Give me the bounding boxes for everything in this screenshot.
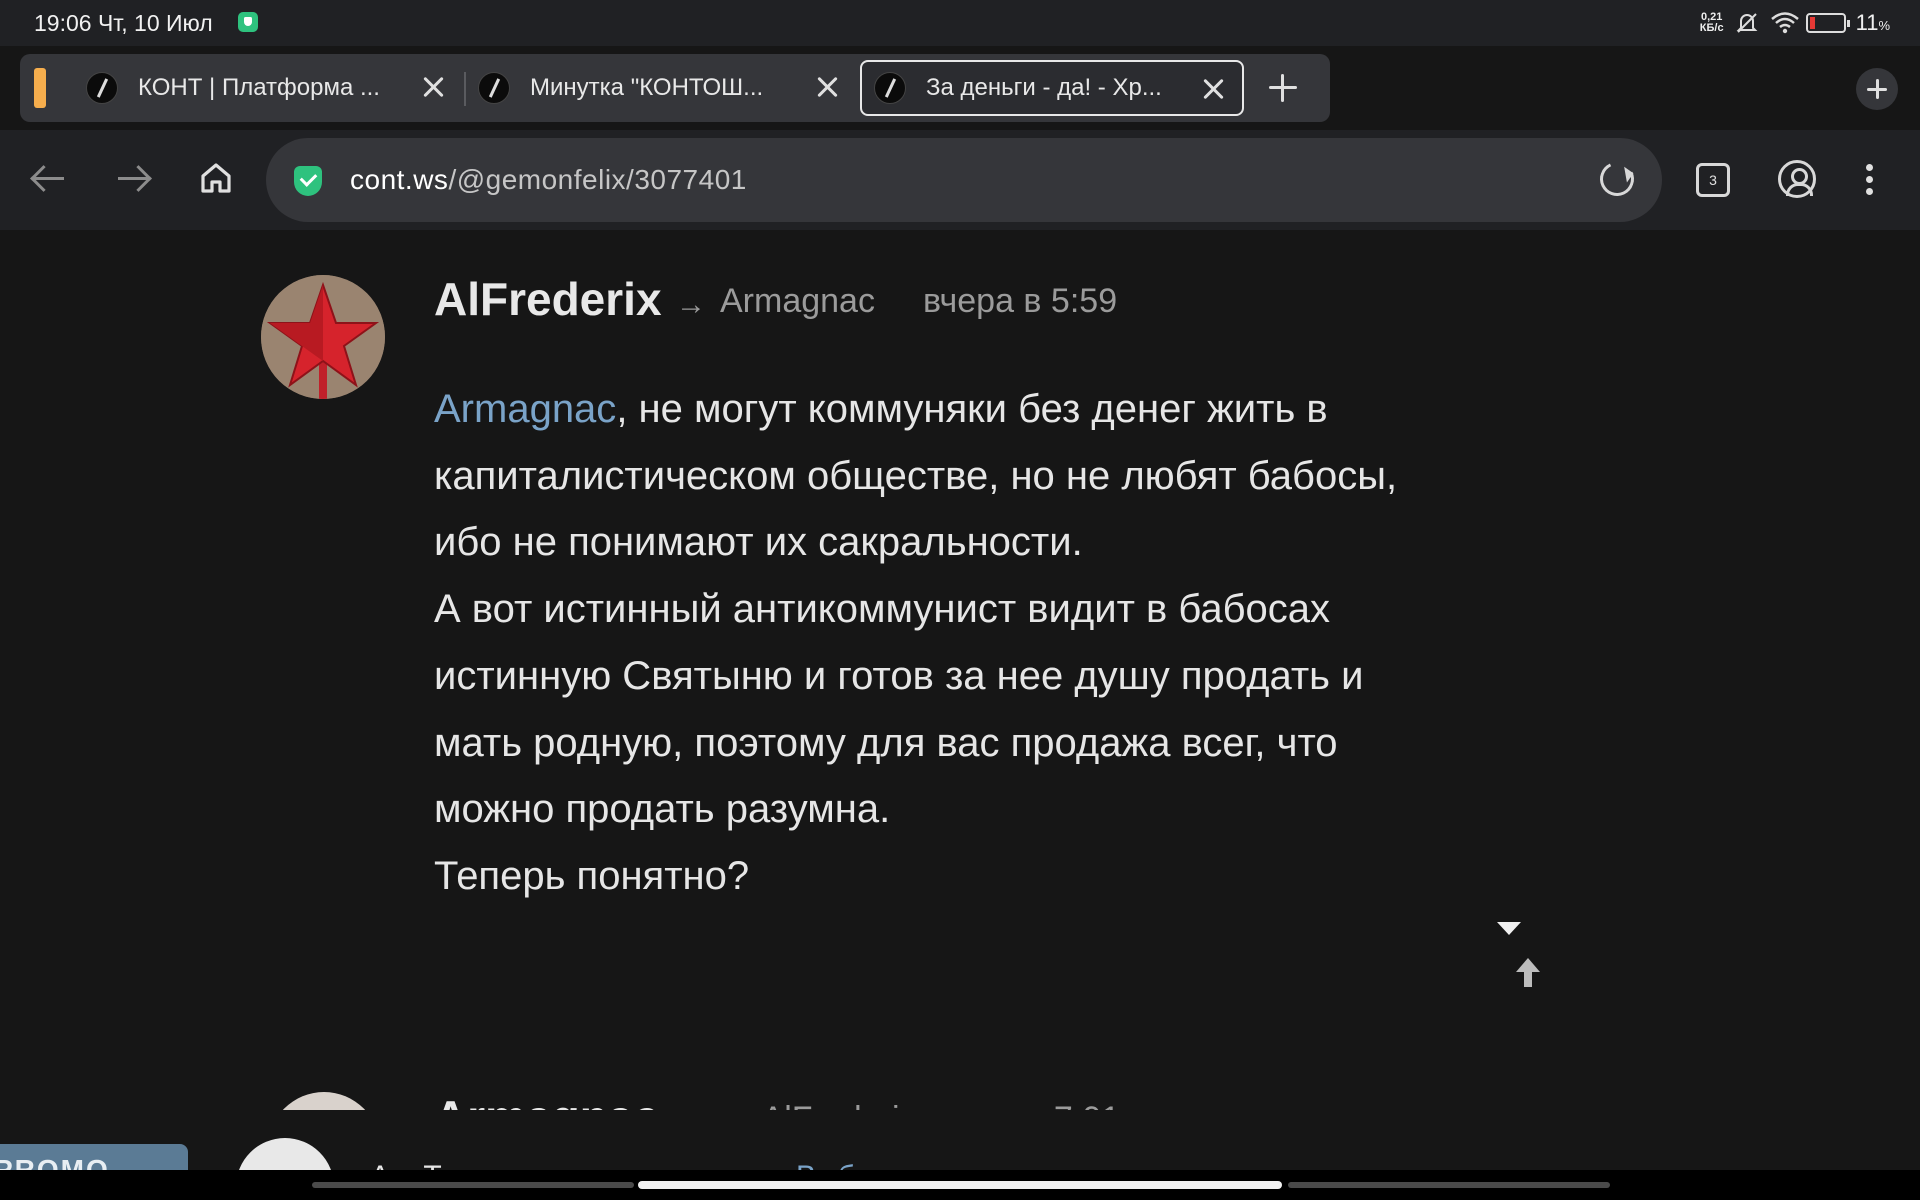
home-icon[interactable] bbox=[198, 160, 234, 196]
page-content: AlFrederix → Armagnac вчера в 5:59 Armag… bbox=[0, 230, 1920, 1110]
comment-text: , не могут коммуняки без денег жить в bbox=[616, 387, 1328, 431]
tab-count-button[interactable]: 3 bbox=[1696, 163, 1730, 197]
next-comment-meta: → AlFrederix вчера в 7:01 bbox=[720, 1100, 1120, 1110]
vpn-shield-icon bbox=[238, 12, 258, 32]
comment-line: Теперь понятно? bbox=[434, 853, 750, 898]
status-bar: 19:06 Чт, 10 Июл 0,21 КБ/с 11% bbox=[0, 0, 1920, 46]
tab-title: КОНТ | Платформа ... bbox=[138, 74, 380, 101]
mention-link[interactable]: Armagnac bbox=[434, 387, 616, 431]
bottom-overlay-text: А... Т bbox=[370, 1160, 442, 1170]
tab-minutka[interactable]: Минутка "КОНТОШ... bbox=[468, 60, 856, 116]
comment-line: А вот истинный антикоммунист видит в баб… bbox=[434, 587, 1331, 632]
close-tab-icon[interactable] bbox=[812, 72, 842, 102]
comment-line: ибо не понимают их сакральности. bbox=[434, 520, 1083, 565]
tab-title: За деньги - да! - Хр... bbox=[926, 74, 1162, 101]
reply-to-user[interactable]: Armagnac bbox=[720, 282, 875, 321]
tab-kont-platform[interactable]: КОНТ | Платформа ... bbox=[70, 60, 462, 116]
comment-line: мать родную, поэтому для вас продажа все… bbox=[434, 720, 1338, 765]
battery-level: 11% bbox=[1856, 10, 1890, 36]
promo-label: PROMO bbox=[0, 1154, 110, 1170]
reply-arrow: → bbox=[676, 288, 706, 321]
bell-muted-icon bbox=[1734, 10, 1760, 36]
gesture-handle-left[interactable] bbox=[312, 1182, 634, 1188]
new-tab-plus-icon[interactable] bbox=[1266, 71, 1300, 105]
next-comment-author[interactable]: Armagnac bbox=[434, 1090, 659, 1110]
bottom-overlay: PROMO А... Т Выб... bbox=[0, 1110, 1920, 1170]
network-speed: 0,21 КБ/с bbox=[1700, 12, 1724, 34]
browser-toolbar: cont.ws/@gemonfelix/3077401 3 bbox=[0, 130, 1920, 230]
battery-percent: 11 bbox=[1855, 10, 1879, 35]
next-user-avatar[interactable] bbox=[268, 1092, 380, 1110]
promo-badge[interactable]: PROMO bbox=[0, 1144, 188, 1170]
cont-favicon-icon bbox=[86, 72, 118, 104]
overflow-menu-icon[interactable] bbox=[1864, 162, 1874, 198]
forward-arrow-icon[interactable] bbox=[110, 156, 156, 202]
comment-time[interactable]: вчера в 5:59 bbox=[923, 282, 1117, 321]
wifi-icon bbox=[1770, 10, 1799, 36]
gesture-handle-right[interactable] bbox=[1288, 1182, 1610, 1188]
new-tab-button[interactable] bbox=[1856, 68, 1898, 110]
back-arrow-icon[interactable] bbox=[26, 156, 72, 202]
collapse-triangle-icon[interactable] bbox=[1497, 922, 1521, 935]
tab-title: Минутка "КОНТОШ... bbox=[530, 74, 764, 101]
tab-group-indicator[interactable] bbox=[34, 68, 46, 108]
comment-line: можно продать разумна. bbox=[434, 787, 891, 832]
status-time-date: 19:06 Чт, 10 Июл bbox=[34, 10, 213, 36]
close-tab-icon[interactable] bbox=[418, 72, 448, 102]
comment-author[interactable]: AlFrederix bbox=[434, 272, 662, 326]
comment-line: истинную Святыню и готов за нее душу про… bbox=[434, 653, 1364, 698]
comment-line: Armagnac, не могут коммуняки без денег ж… bbox=[434, 376, 1534, 443]
reload-icon[interactable] bbox=[1595, 157, 1639, 201]
gesture-handle-home[interactable] bbox=[638, 1181, 1282, 1189]
url-domain: cont.ws bbox=[350, 164, 449, 195]
chat-bubble-avatar[interactable] bbox=[236, 1138, 334, 1170]
tab-strip: КОНТ | Платформа ... Минутка "КОНТОШ... … bbox=[20, 54, 1330, 122]
tab-divider bbox=[464, 72, 466, 106]
status-indicators: 0,21 КБ/с 11% bbox=[1700, 9, 1890, 37]
battery-icon bbox=[1805, 13, 1850, 33]
network-speed-unit: КБ/с bbox=[1699, 22, 1724, 34]
comment-line: капиталистическом обществе, но не любят … bbox=[434, 453, 1398, 498]
cont-favicon-icon bbox=[874, 72, 906, 104]
secure-shield-icon[interactable] bbox=[294, 166, 322, 196]
url-text[interactable]: cont.ws/@gemonfelix/3077401 bbox=[350, 164, 747, 196]
account-icon[interactable] bbox=[1778, 160, 1816, 198]
gesture-bar bbox=[0, 1170, 1920, 1200]
red-star-icon bbox=[261, 275, 385, 399]
cont-favicon-icon bbox=[478, 72, 510, 104]
battery-unit: % bbox=[1878, 18, 1890, 33]
url-path: /@gemonfelix/3077401 bbox=[448, 164, 747, 195]
address-bar[interactable]: cont.ws/@gemonfelix/3077401 bbox=[266, 138, 1662, 222]
user-avatar-red-star[interactable] bbox=[261, 275, 385, 399]
scroll-up-arrow-icon[interactable] bbox=[1516, 958, 1540, 990]
tab-za-dengi-active[interactable]: За деньги - да! - Хр... bbox=[860, 60, 1244, 116]
bottom-overlay-link[interactable]: Выб... bbox=[796, 1160, 880, 1170]
close-tab-icon[interactable] bbox=[1198, 74, 1228, 104]
comment-body: Armagnac, не могут коммуняки без денег ж… bbox=[434, 376, 1534, 910]
